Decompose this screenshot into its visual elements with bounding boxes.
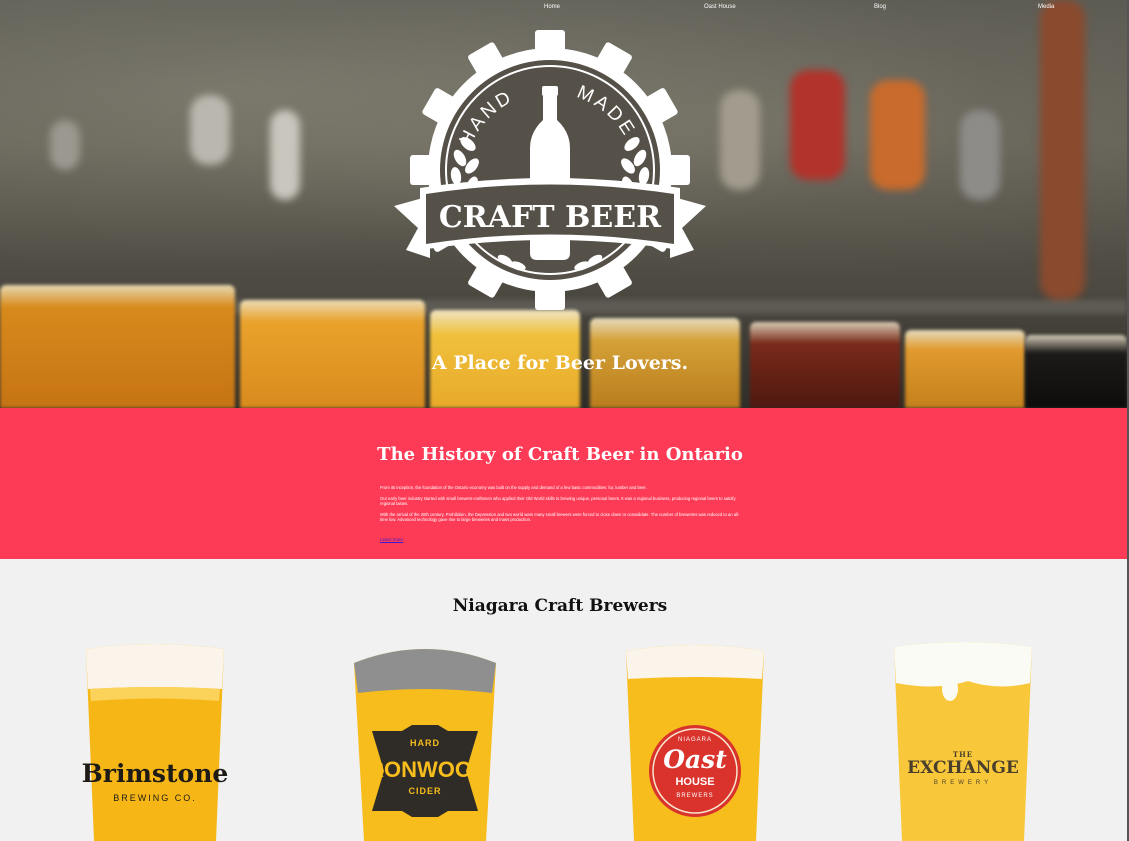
- history-paragraph: Our early beer industry started with sma…: [380, 496, 736, 506]
- nav-home-link[interactable]: Home: [544, 4, 560, 10]
- oast-brand-mid: HOUSE: [675, 776, 715, 788]
- top-nav: Home Oast House Blog Media: [0, 4, 1127, 18]
- history-body: From its inception, the foundation of th…: [380, 485, 742, 546]
- tap-handle-image: [190, 95, 230, 165]
- brewer-card-brimstone[interactable]: Brimstone BREWING CO.: [80, 641, 230, 841]
- brewers-section: Niagara Craft Brewers Brimstone BREWING …: [0, 559, 1127, 841]
- tap-handle-image: [1040, 0, 1085, 300]
- ironwood-brand-top: HARD: [410, 738, 440, 748]
- oast-brand-sub: BREWERS: [676, 793, 714, 799]
- logo-banner-text: CRAFT BEER: [439, 200, 662, 235]
- brewer-card-exchange[interactable]: THE EXCHANGE BREWERY: [888, 641, 1038, 841]
- beer-glass-image: [0, 285, 235, 408]
- brewer-card-oast-house[interactable]: NIAGARA Oast HOUSE BREWERS: [620, 641, 770, 841]
- tap-handle-image: [870, 80, 925, 190]
- brewer-card-ironwood[interactable]: HARD IRONWOOD CIDER: [350, 641, 500, 841]
- oast-brand-top: NIAGARA: [677, 737, 712, 743]
- craft-beer-logo: HAND MADE CRAFT BEER: [394, 30, 706, 310]
- nav-media-link[interactable]: Media: [1038, 4, 1054, 10]
- beer-glass-icon: [894, 642, 1032, 841]
- exchange-brand-name: EXCHANGE: [907, 758, 1019, 778]
- learn-more-link[interactable]: Learn more: [380, 537, 403, 542]
- history-title: The History of Craft Beer in Ontario: [377, 444, 743, 465]
- oast-brand-name: Oast: [663, 745, 727, 774]
- nav-blog-link[interactable]: Blog: [874, 4, 886, 10]
- hero-section: Home Oast House Blog Media HAND MADE CRA…: [0, 0, 1127, 408]
- beer-glass-icon: [86, 644, 224, 841]
- history-section: The History of Craft Beer in Ontario Fro…: [0, 408, 1127, 559]
- tap-handle-image: [960, 110, 1000, 200]
- hero-tagline: A Place for Beer Lovers.: [431, 352, 689, 374]
- tap-handle-image: [270, 110, 300, 200]
- tap-handle-image: [790, 70, 845, 180]
- tap-handle-image: [720, 90, 760, 190]
- ironwood-brand-sub: CIDER: [408, 786, 442, 796]
- history-paragraph: With the arrival of the 20th century, Pr…: [380, 512, 740, 522]
- nav-oast-house-link[interactable]: Oast House: [704, 4, 736, 10]
- exchange-brand-sub: BREWERY: [933, 780, 993, 786]
- brewers-title: Niagara Craft Brewers: [452, 596, 668, 616]
- tap-handle-image: [50, 120, 80, 170]
- brimstone-brand-name: Brimstone: [81, 759, 229, 788]
- ironwood-brand-name: IRONWOOD: [362, 757, 488, 782]
- history-paragraph: From its inception, the foundation of th…: [380, 485, 647, 490]
- brimstone-brand-sub: BREWING CO.: [113, 793, 197, 803]
